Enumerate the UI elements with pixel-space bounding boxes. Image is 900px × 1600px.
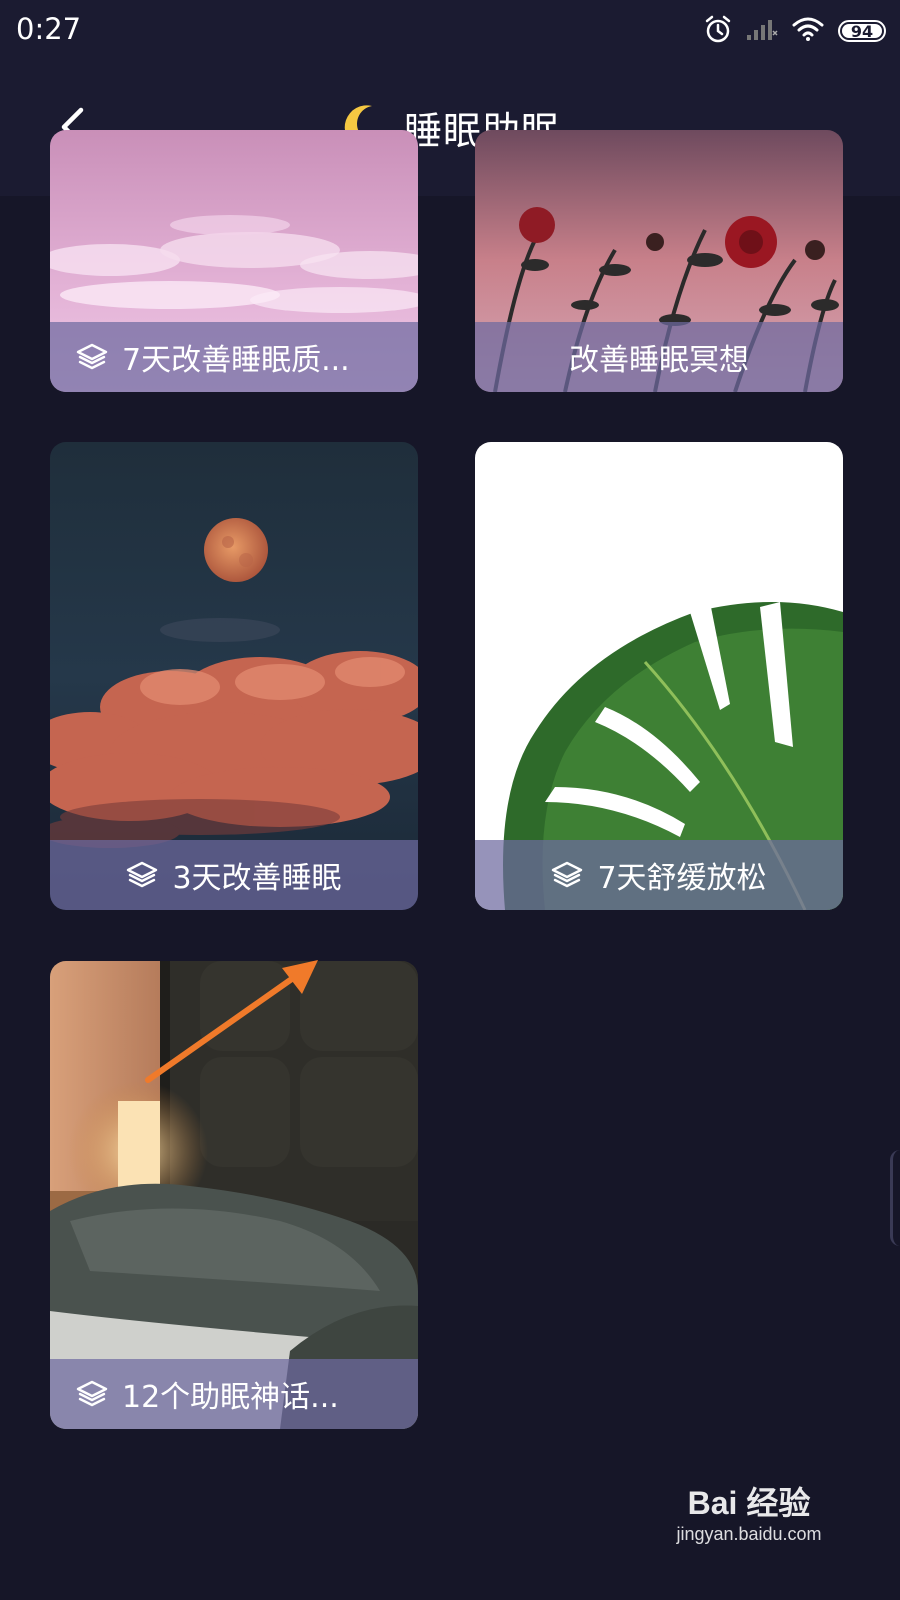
scroll-handle[interactable] [890, 1150, 900, 1246]
layers-icon [552, 861, 583, 888]
card-label: 7天改善睡眠质... [50, 322, 418, 392]
status-bar: 0:27 94 [0, 0, 900, 62]
card-label: 12个助眠神话... [50, 1359, 418, 1429]
course-card[interactable]: 12个助眠神话... [50, 961, 418, 1429]
course-card[interactable]: 7天改善睡眠质... [50, 130, 418, 392]
card-title: 7天舒缓放松 [597, 861, 767, 896]
wifi-icon [792, 17, 824, 45]
watermark-brand: Bai 经验 [687, 1485, 811, 1521]
course-card[interactable]: 7天舒缓放松 [475, 442, 843, 910]
layers-icon [76, 1380, 108, 1407]
app-screen: 0:27 94 7天改善睡眠质... 改善睡眠冥想 3天改善睡眠 7天舒缓放松 … [0, 0, 900, 1600]
watermark: Bai 经验 jingyan.baidu.com [664, 1478, 834, 1545]
battery-icon: 94 [838, 20, 886, 42]
card-title: 3天改善睡眠 [172, 861, 342, 896]
alarm-icon [704, 14, 732, 48]
watermark-url: jingyan.baidu.com [676, 1524, 822, 1544]
layers-icon [127, 861, 158, 888]
layers-icon [76, 343, 108, 370]
battery-level: 94 [850, 21, 874, 41]
card-label: 改善睡眠冥想 [475, 322, 843, 392]
card-title: 改善睡眠冥想 [569, 343, 749, 378]
signal-icon [746, 17, 778, 45]
card-label: 3天改善睡眠 [50, 840, 418, 910]
course-card[interactable]: 3天改善睡眠 [50, 442, 418, 910]
status-icons: 94 [704, 14, 886, 48]
card-title: 12个助眠神话... [122, 1380, 339, 1415]
card-title: 7天改善睡眠质... [122, 343, 350, 378]
course-card[interactable]: 改善睡眠冥想 [475, 130, 843, 392]
status-time: 0:27 [16, 12, 82, 46]
card-label: 7天舒缓放松 [475, 840, 843, 910]
battery-indicator: 94 [838, 20, 886, 42]
